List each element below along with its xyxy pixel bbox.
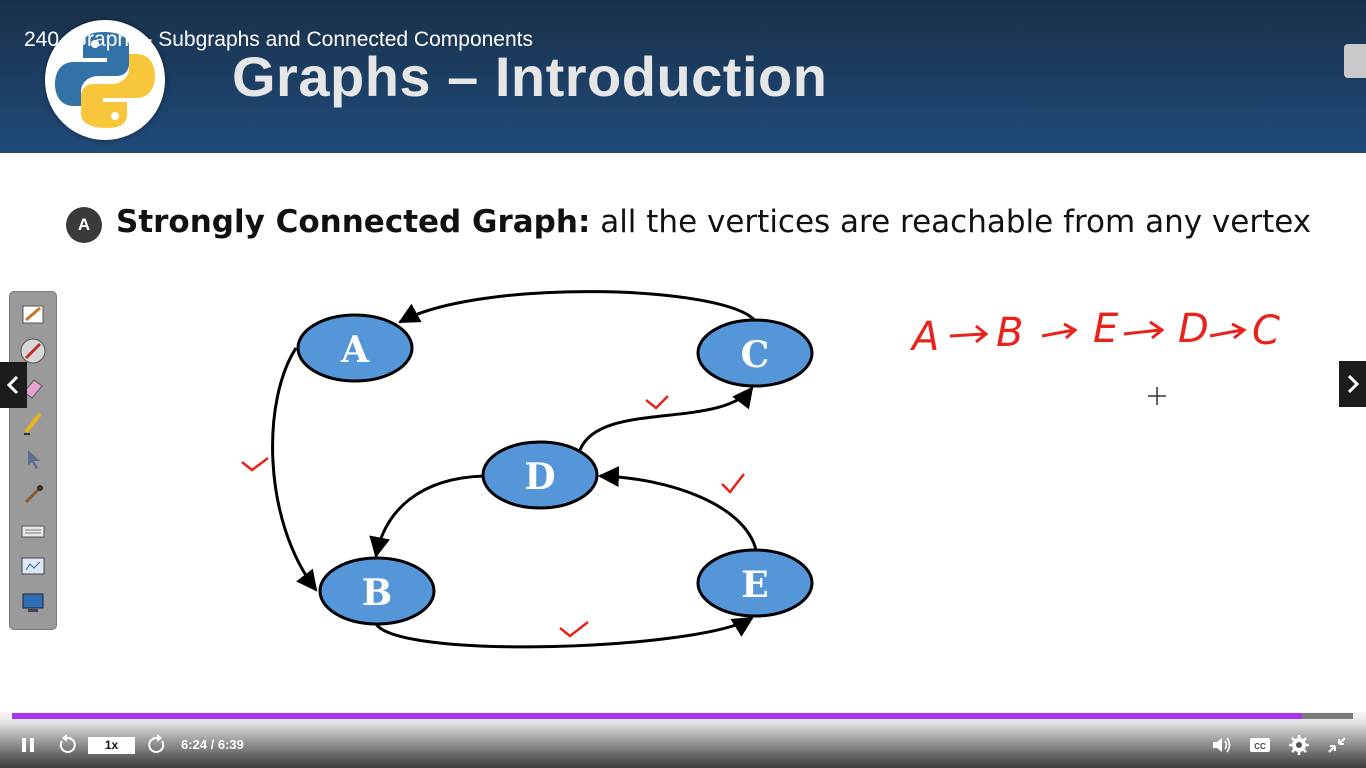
rewind-icon[interactable]	[55, 732, 79, 758]
time-display: 6:24 / 6:39	[181, 737, 244, 752]
path-vertex: E	[1093, 306, 1119, 352]
exit-fullscreen-icon[interactable]	[1325, 732, 1349, 758]
captions-icon[interactable]: CC	[1248, 732, 1272, 758]
volume-icon[interactable]	[1210, 732, 1234, 758]
node-c-label: C	[741, 334, 770, 376]
crosshair-cursor	[1148, 387, 1166, 405]
check-mark	[645, 395, 669, 410]
forward-icon[interactable]	[145, 732, 169, 758]
edge-a-b	[271, 347, 318, 592]
annotation-toolbar	[9, 291, 57, 630]
pause-button[interactable]	[18, 732, 40, 758]
edge-d-b	[369, 474, 485, 559]
node-b-label: B	[362, 572, 392, 614]
settings-gear-icon[interactable]	[1287, 732, 1311, 758]
whiteboard-icon[interactable]	[18, 552, 48, 582]
keyboard-icon[interactable]	[18, 516, 48, 546]
cursor-icon[interactable]	[18, 444, 48, 474]
screen-icon[interactable]	[18, 588, 48, 618]
node-e-label: E	[741, 564, 768, 606]
edge-c-a	[398, 290, 758, 324]
next-button[interactable]	[1339, 361, 1366, 407]
svg-text:CC: CC	[1254, 742, 1266, 751]
path-vertex: D	[1178, 306, 1209, 352]
red-arrow	[1123, 320, 1165, 340]
path-vertex: C	[1252, 308, 1280, 354]
red-arrow	[949, 324, 989, 344]
brush-icon[interactable]	[18, 480, 48, 510]
node-d: D	[481, 440, 599, 510]
pen-settings-icon[interactable]	[18, 300, 48, 330]
check-mark	[721, 473, 745, 494]
path-vertex: B	[996, 310, 1023, 356]
node-a-label: A	[340, 329, 370, 371]
graph-diagram: A C D B E A B E D C	[241, 290, 1280, 649]
node-e: E	[696, 548, 814, 618]
progress-bar[interactable]	[12, 713, 1353, 719]
highlighter-icon[interactable]	[18, 408, 48, 438]
previous-button[interactable]	[0, 362, 27, 408]
red-arrow	[1209, 322, 1247, 340]
node-d-label: D	[524, 456, 555, 498]
chevron-right-icon	[1347, 374, 1360, 394]
progress-fill	[12, 713, 1303, 719]
playback-speed-button[interactable]: 1x	[88, 737, 135, 754]
check-mark	[559, 621, 589, 638]
check-mark	[241, 457, 269, 472]
path-vertex: A	[909, 314, 939, 360]
node-c: C	[696, 318, 814, 388]
node-a: A	[296, 313, 414, 383]
chevron-left-icon	[6, 375, 19, 395]
node-b: B	[318, 556, 436, 626]
red-arrow	[1041, 322, 1078, 340]
